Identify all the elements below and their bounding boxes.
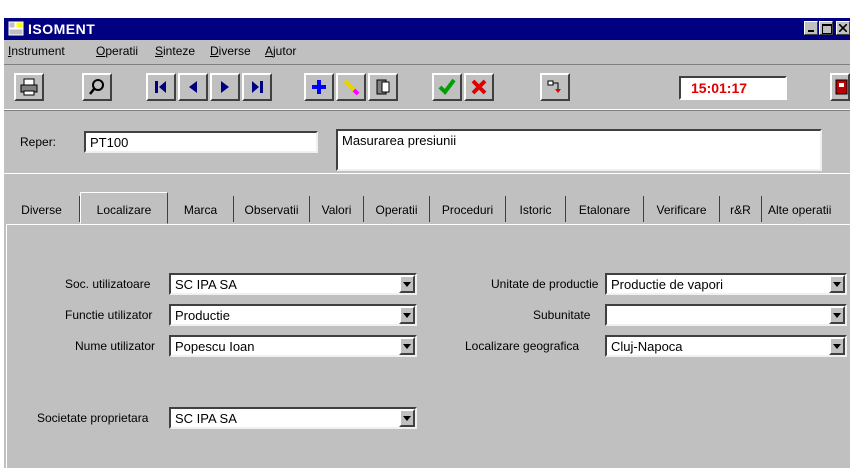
unitate-productie-select[interactable]: Productie de vapori xyxy=(605,273,847,295)
menu-instrument[interactable]: Instrument xyxy=(8,44,65,58)
toolbar: 15:01:17 xyxy=(4,64,850,110)
localizare-geografica-select[interactable]: Cluj-Napoca xyxy=(605,335,847,357)
subunitate-label: Subunitate xyxy=(533,308,591,322)
societate-proprietara-label: Societate proprietara xyxy=(37,411,149,425)
soc-utilizatoare-select[interactable]: SC IPA SA xyxy=(169,273,417,295)
transfer-button[interactable] xyxy=(540,73,570,101)
transfer-icon xyxy=(547,80,561,93)
tab-observatii[interactable]: Observatii xyxy=(234,196,310,222)
menu-bar: Instrument Operatii Sinteze Diverse Ajut… xyxy=(4,40,850,62)
menu-sinteze[interactable]: Sinteze xyxy=(155,44,195,58)
menu-ajutor[interactable]: Ajutor xyxy=(265,44,296,58)
menu-diverse[interactable]: Diverse xyxy=(210,44,251,58)
cancel-button[interactable] xyxy=(464,73,494,101)
nume-utilizator-select[interactable]: Popescu Ioan xyxy=(169,335,417,357)
localizare-panel: Soc. utilizatoare SC IPA SA Functie util… xyxy=(6,224,850,469)
tab-verificare[interactable]: Verificare xyxy=(644,196,720,222)
soc-utilizatoare-value: SC IPA SA xyxy=(175,277,237,292)
chevron-down-icon[interactable] xyxy=(829,306,845,324)
unitate-productie-value: Productie de vapori xyxy=(611,277,724,292)
chevron-down-icon[interactable] xyxy=(399,275,415,293)
tab-valori[interactable]: Valori xyxy=(310,196,364,222)
delete-button[interactable] xyxy=(368,73,398,101)
soc-utilizatoare-label: Soc. utilizatoare xyxy=(65,277,151,291)
localizare-geografica-value: Cluj-Napoca xyxy=(611,339,683,354)
delete-icon xyxy=(376,79,390,95)
edit-icon xyxy=(343,79,360,96)
functie-utilizator-value: Productie xyxy=(175,308,230,323)
first-record-icon xyxy=(155,81,166,93)
exit-icon xyxy=(835,79,848,95)
next-record-icon xyxy=(221,81,229,93)
tab-diverse[interactable]: Diverse xyxy=(4,196,80,222)
edit-button[interactable] xyxy=(336,73,366,101)
chevron-down-icon[interactable] xyxy=(399,337,415,355)
tab-proceduri[interactable]: Proceduri xyxy=(430,196,506,222)
reper-label: Reper: xyxy=(20,135,57,149)
confirm-button[interactable] xyxy=(432,73,462,101)
record-header: Reper: PT100 Masurarea presiunii xyxy=(4,110,850,174)
first-record-button[interactable] xyxy=(146,73,176,101)
description-field[interactable]: Masurarea presiunii xyxy=(336,129,822,171)
confirm-icon xyxy=(438,78,456,96)
tab-operatii[interactable]: Operatii xyxy=(364,196,430,222)
previous-record-icon xyxy=(189,81,197,93)
minimize-button[interactable] xyxy=(804,21,818,35)
exit-button[interactable] xyxy=(830,73,850,101)
unitate-productie-label: Unitate de productie xyxy=(491,277,599,291)
previous-record-button[interactable] xyxy=(178,73,208,101)
last-record-icon xyxy=(252,81,263,93)
search-icon xyxy=(89,79,104,95)
last-record-button[interactable] xyxy=(242,73,272,101)
functie-utilizator-label: Functie utilizator xyxy=(65,308,153,322)
tab-marca[interactable]: Marca xyxy=(168,196,234,222)
chevron-down-icon[interactable] xyxy=(399,409,415,427)
next-record-button[interactable] xyxy=(210,73,240,101)
societate-proprietara-select[interactable]: SC IPA SA xyxy=(169,407,417,429)
tab-alte-operatii[interactable]: Alte operatii xyxy=(762,196,850,222)
functie-utilizator-select[interactable]: Productie xyxy=(169,304,417,326)
localizare-geografica-label: Localizare geografica xyxy=(465,339,580,353)
add-icon xyxy=(312,80,326,94)
search-button[interactable] xyxy=(82,73,112,101)
app-icon xyxy=(8,21,24,36)
tab-etalonare[interactable]: Etalonare xyxy=(566,196,644,222)
title-bar: ISOMENT xyxy=(4,18,850,40)
chevron-down-icon[interactable] xyxy=(829,337,845,355)
tab-localizare[interactable]: Localizare xyxy=(80,192,168,224)
maximize-button[interactable] xyxy=(819,21,833,35)
print-icon xyxy=(20,78,38,96)
tab-rr[interactable]: r&R xyxy=(720,196,762,222)
chevron-down-icon[interactable] xyxy=(829,275,845,293)
print-button[interactable] xyxy=(14,73,44,101)
window-title: ISOMENT xyxy=(28,21,96,37)
close-button[interactable] xyxy=(836,21,850,35)
main-window: ISOMENT Instrument Operatii Sinteze Dive… xyxy=(4,18,850,469)
add-button[interactable] xyxy=(304,73,334,101)
societate-proprietara-value: SC IPA SA xyxy=(175,411,237,426)
cancel-icon xyxy=(471,79,487,95)
reper-field[interactable]: PT100 xyxy=(84,131,318,153)
subunitate-select[interactable] xyxy=(605,304,847,326)
nume-utilizator-label: Nume utilizator xyxy=(75,339,156,353)
nume-utilizator-value: Popescu Ioan xyxy=(175,339,255,354)
menu-operatii[interactable]: Operatii xyxy=(96,44,138,58)
clock-display: 15:01:17 xyxy=(679,76,787,100)
tab-istoric[interactable]: Istoric xyxy=(506,196,566,222)
chevron-down-icon[interactable] xyxy=(399,306,415,324)
